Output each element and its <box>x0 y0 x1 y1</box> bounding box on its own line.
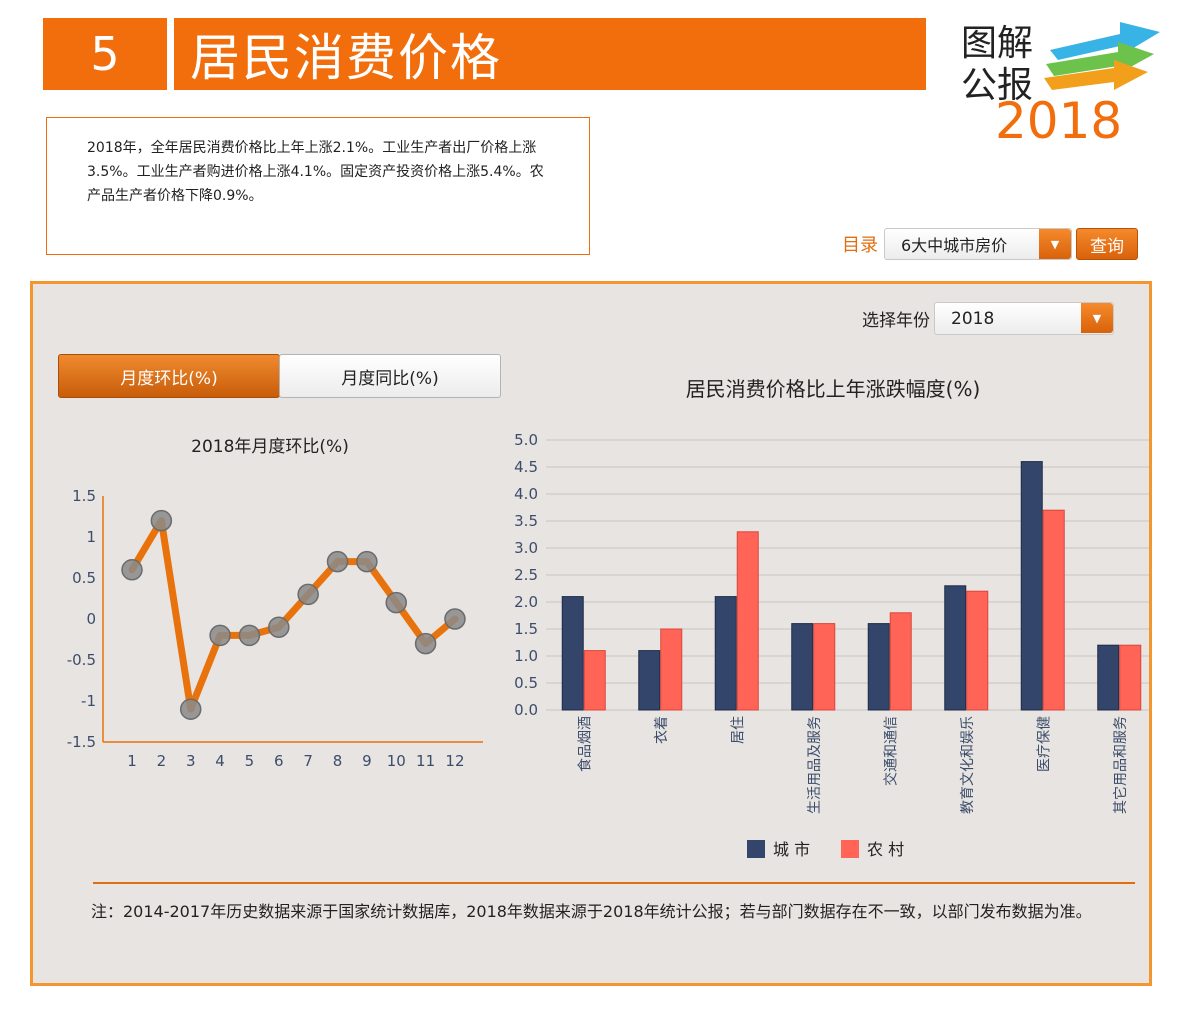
line-point <box>238 624 261 647</box>
bar-y-tick-label: 1.0 <box>514 647 538 665</box>
toc-bar: 目录 6大中城市房价 ▼ 查询 <box>842 228 1138 260</box>
bar-category-label: 医疗保健 <box>1036 716 1052 772</box>
bar-urban <box>791 623 814 711</box>
page-title: 居民消费价格 <box>174 18 926 90</box>
line-point <box>444 608 466 630</box>
bar-rural <box>1119 644 1142 711</box>
line-point <box>179 698 202 720</box>
bar-y-tick-label: 1.5 <box>514 620 538 638</box>
line-y-tick-label: 1 <box>86 528 96 546</box>
bar-category-label: 其它用品和服务 <box>1112 716 1129 814</box>
bar-urban <box>867 623 890 711</box>
line-x-tick-label: 1 <box>127 752 137 770</box>
chart-panel: 选择年份 2018 ▼ 月度环比(%) 月度同比(%) 2018年月度环比(%)… <box>30 281 1152 986</box>
legend-urban-swatch <box>747 840 765 858</box>
bar-y-tick-label: 5.0 <box>514 431 538 449</box>
bar-y-tick-label: 4.5 <box>514 458 538 476</box>
legend-rural-swatch <box>841 840 859 858</box>
line-x-tick-label: 8 <box>333 752 343 770</box>
bar-y-tick-label: 2.5 <box>514 566 538 584</box>
line-y-tick-label: 0.5 <box>72 569 96 587</box>
line-point <box>297 583 319 606</box>
line-point <box>385 591 407 614</box>
bar-urban <box>714 596 737 711</box>
bar-urban <box>1020 461 1043 711</box>
line-y-tick-label: -1.5 <box>67 733 96 751</box>
line-x-tick-label: 3 <box>186 752 196 770</box>
line-x-tick-label: 9 <box>362 752 372 770</box>
bar-y-tick-label: 0.5 <box>514 674 538 692</box>
line-y-tick-label: -1 <box>81 692 96 710</box>
line-x-tick-label: 12 <box>445 752 464 770</box>
bar-rural <box>813 623 836 711</box>
section-number: 5 <box>43 18 167 90</box>
toc-label: 目录 <box>842 235 878 256</box>
arrows-icon <box>1044 22 1160 90</box>
charts-canvas: 2018年月度环比(%)1.510.50-0.5-1-1.51 2 3 4 5 6 7 8 9 1… <box>67 377 1149 859</box>
bar-category-label: 居住 <box>730 716 746 744</box>
logo-year: 2018 <box>995 92 1123 150</box>
line-point <box>121 559 143 581</box>
line-chart-title: 2018年月度环比(%) <box>191 437 349 457</box>
bar-y-tick-label: 0.0 <box>514 701 538 719</box>
divider <box>93 882 1135 884</box>
bar-category-label: 食品烟酒 <box>576 716 593 772</box>
bar-rural <box>660 628 683 711</box>
line-point <box>150 509 173 532</box>
line-x-tick-label: 6 <box>274 752 284 770</box>
summary-box: 2018年，全年居民消费价格比上年上涨2.1%。工业生产者出厂价格上涨3.5%。… <box>46 117 590 255</box>
legend-urban-label: 城 市 <box>773 840 810 859</box>
line-point <box>326 550 349 573</box>
bar-rural <box>736 531 759 711</box>
bar-category-label: 交通和通信 <box>882 716 899 786</box>
bar-urban <box>561 596 584 711</box>
chevron-down-icon[interactable]: ▼ <box>1039 229 1071 259</box>
line-x-tick-label: 11 <box>416 752 435 770</box>
bar-y-tick-label: 2.0 <box>514 593 538 611</box>
line-y-tick-label: 1.5 <box>72 487 96 505</box>
bar-urban <box>1097 644 1120 711</box>
bar-urban <box>638 650 661 711</box>
line-x-tick-label: 2 <box>157 752 167 770</box>
line-y-tick-label: 0 <box>86 610 96 628</box>
line-point <box>356 550 378 573</box>
footnote: 注：2014-2017年历史数据来源于国家统计数据库，2018年数据来源于201… <box>91 902 1092 921</box>
bar-rural <box>1042 509 1065 711</box>
line-x-tick-label: 4 <box>215 752 225 770</box>
line-x-tick-label: 10 <box>387 752 406 770</box>
toc-selected-value: 6大中城市房价 <box>901 236 1008 255</box>
line-point <box>414 632 437 655</box>
line-y-tick-label: -0.5 <box>67 651 96 669</box>
bar-urban <box>944 585 967 711</box>
line-x-tick-label: 7 <box>303 752 313 770</box>
bar-rural <box>583 650 606 711</box>
bar-y-tick-label: 3.0 <box>514 539 538 557</box>
bar-category-label: 教育文化和娱乐 <box>960 716 976 814</box>
line-point <box>268 616 290 638</box>
bar-y-tick-label: 4.0 <box>514 485 538 503</box>
report-logo: 图解 公报 2018 <box>955 12 1170 150</box>
query-button[interactable]: 查询 <box>1076 228 1138 260</box>
bar-category-label: 衣着 <box>654 716 670 744</box>
line-x-tick-label: 5 <box>245 752 255 770</box>
line-series <box>128 517 459 713</box>
toc-dropdown[interactable]: 6大中城市房价 ▼ <box>884 228 1072 260</box>
line-point <box>209 624 231 647</box>
bar-y-tick-label: 3.5 <box>514 512 538 530</box>
legend-rural-label: 农 村 <box>867 840 904 859</box>
bar-category-label: 生活用品及服务 <box>807 716 823 814</box>
bar-chart-title: 居民消费价格比上年涨跌幅度(%) <box>686 377 981 401</box>
bar-rural <box>966 590 989 711</box>
bar-rural <box>889 612 912 711</box>
